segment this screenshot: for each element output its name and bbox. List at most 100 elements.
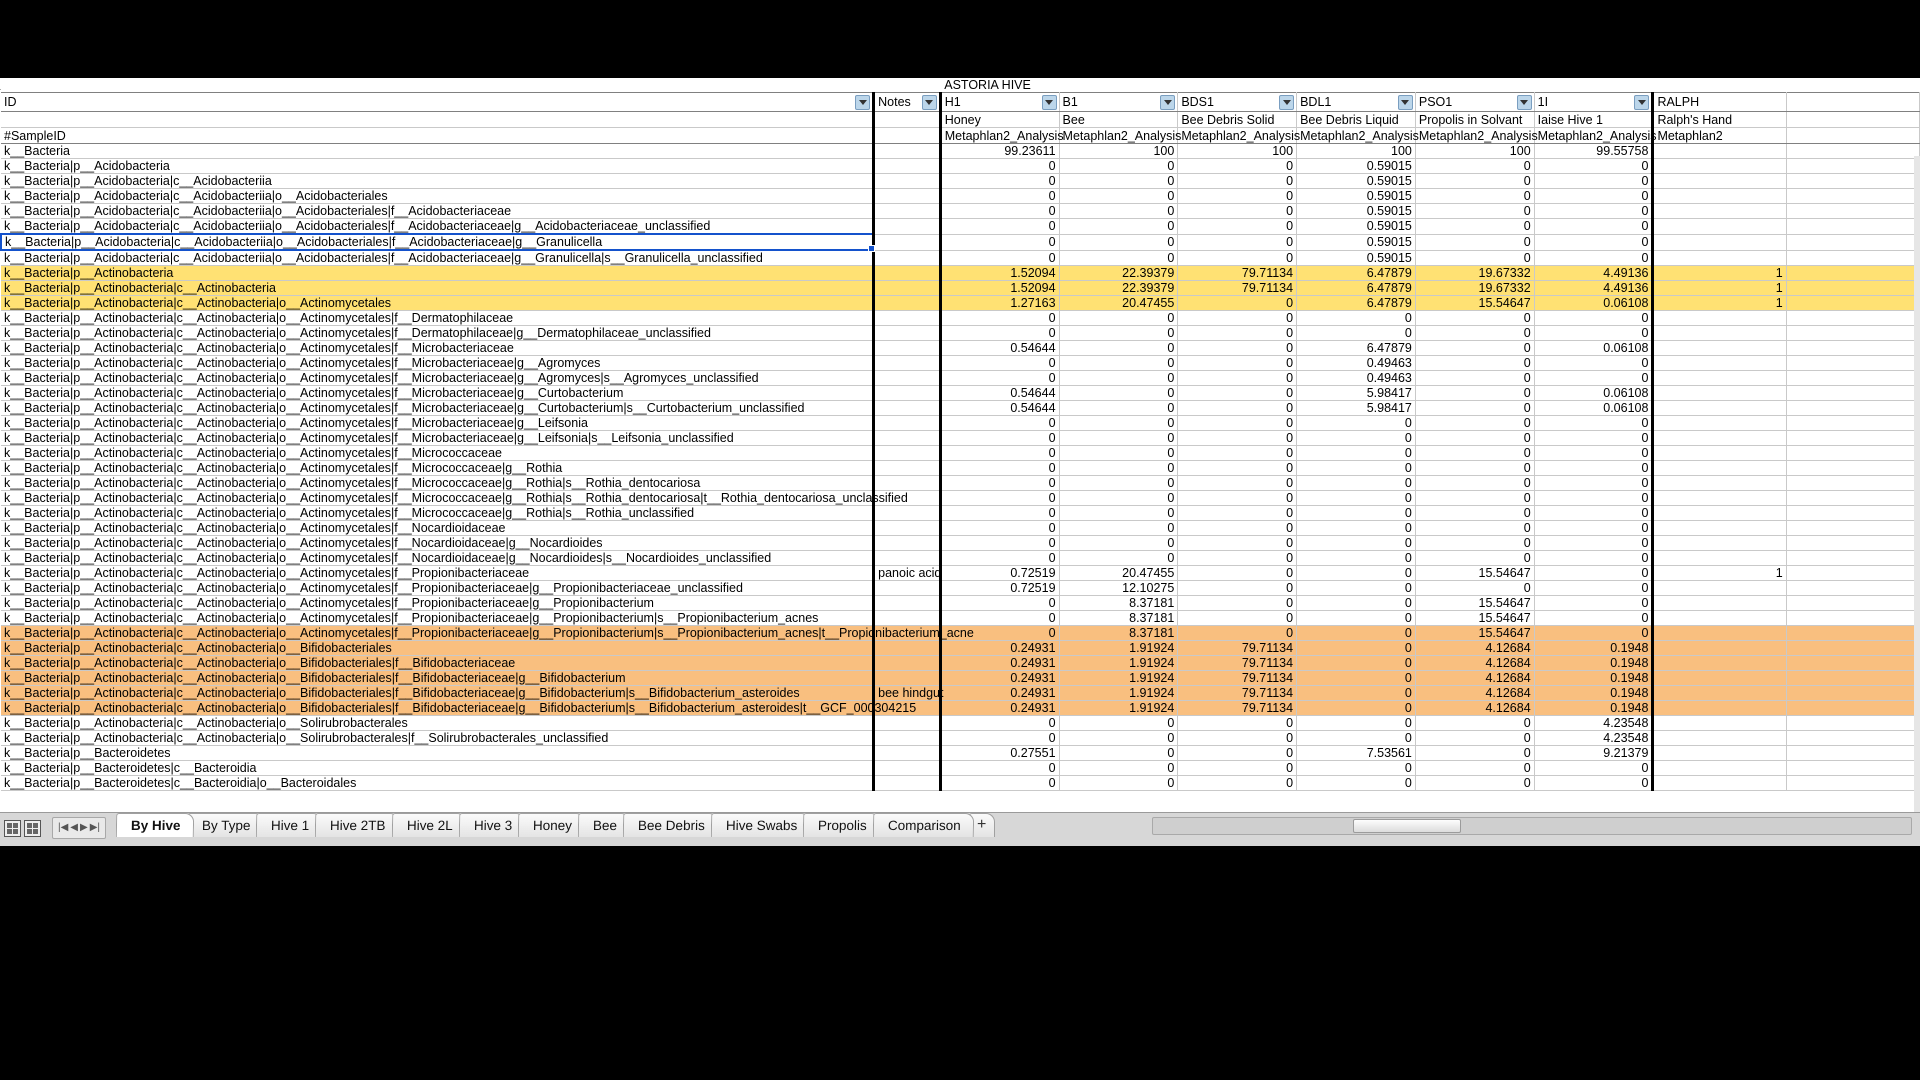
value-cell[interactable]: 0 bbox=[938, 218, 1060, 235]
normal-view-icon[interactable] bbox=[4, 819, 21, 837]
value-cell[interactable]: 0 bbox=[1415, 173, 1535, 189]
value-cell[interactable]: 0 bbox=[1177, 173, 1298, 189]
value-cell[interactable]: 0 bbox=[1296, 325, 1416, 341]
taxonomy-cell[interactable]: k__Bacteria|p__Actinobacteria|c__Actinob… bbox=[1, 580, 875, 596]
value-cell[interactable]: 0 bbox=[1296, 475, 1416, 491]
sheet-tab-hive-3[interactable]: Hive 3 bbox=[458, 813, 526, 837]
value-cell[interactable]: 5.98417 bbox=[1296, 385, 1416, 401]
value-cell[interactable]: 0 bbox=[1296, 490, 1416, 506]
value-cell[interactable] bbox=[1652, 535, 1787, 551]
value-cell[interactable]: 0 bbox=[1534, 370, 1655, 386]
value-cell[interactable] bbox=[1652, 625, 1787, 641]
value-cell[interactable] bbox=[1652, 188, 1787, 204]
value-cell[interactable]: 0 bbox=[1059, 475, 1179, 491]
value-cell[interactable] bbox=[1652, 460, 1787, 476]
taxonomy-cell[interactable]: k__Bacteria|p__Actinobacteria|c__Actinob… bbox=[1, 445, 875, 461]
note-cell[interactable] bbox=[872, 520, 941, 536]
note-cell[interactable] bbox=[872, 655, 941, 671]
value-cell[interactable]: 1 bbox=[1652, 565, 1787, 581]
value-cell[interactable]: 0.06108 bbox=[1534, 295, 1655, 311]
value-cell[interactable]: 5.98417 bbox=[1296, 400, 1416, 416]
value-cell[interactable]: 0.1948 bbox=[1534, 700, 1655, 716]
table-row[interactable]: k__Bacteria|p__Actinobacteria|c__Actinob… bbox=[1, 415, 1920, 431]
value-cell[interactable]: 20.47455 bbox=[1059, 565, 1179, 581]
value-cell[interactable]: 9.21379 bbox=[1534, 745, 1655, 761]
value-cell[interactable]: 0 bbox=[1415, 203, 1535, 219]
value-cell[interactable]: 0 bbox=[1534, 203, 1655, 219]
value-cell[interactable]: 0 bbox=[938, 760, 1060, 776]
value-cell[interactable]: 0 bbox=[1415, 715, 1535, 731]
table-row[interactable]: k__Bacteria|p__Actinobacteria|c__Actinob… bbox=[1, 280, 1920, 296]
value-cell[interactable]: 79.71134 bbox=[1177, 280, 1298, 296]
note-cell[interactable] bbox=[872, 280, 941, 296]
value-cell[interactable]: 0 bbox=[1415, 415, 1535, 431]
taxonomy-cell[interactable]: k__Bacteria|p__Actinobacteria|c__Actinob… bbox=[1, 460, 875, 476]
value-cell[interactable] bbox=[1652, 760, 1787, 776]
value-cell[interactable]: 100 bbox=[1415, 143, 1535, 159]
table-row[interactable]: k__Bacteria|p__Acidobacteria|c__Acidobac… bbox=[1, 218, 1920, 235]
value-cell[interactable]: 0 bbox=[1534, 550, 1655, 566]
taxonomy-cell[interactable]: k__Bacteria|p__Bacteroidetes bbox=[1, 745, 875, 761]
note-cell[interactable] bbox=[872, 745, 941, 761]
taxonomy-cell[interactable]: k__Bacteria bbox=[1, 143, 875, 159]
value-cell[interactable] bbox=[1652, 595, 1787, 611]
sheet-tab-honey[interactable]: Honey bbox=[517, 813, 586, 837]
value-cell[interactable]: 0 bbox=[938, 415, 1060, 431]
value-cell[interactable] bbox=[1652, 234, 1787, 251]
value-cell[interactable]: 0.59015 bbox=[1296, 188, 1416, 204]
table-row[interactable]: k__Bacteria|p__Actinobacteria|c__Actinob… bbox=[1, 700, 1920, 716]
value-cell[interactable]: 0.49463 bbox=[1296, 370, 1416, 386]
value-cell[interactable]: 4.12684 bbox=[1415, 640, 1535, 656]
note-cell[interactable] bbox=[872, 730, 941, 746]
value-cell[interactable]: 0.59015 bbox=[1296, 234, 1416, 251]
vertical-scrollbar[interactable] bbox=[1914, 156, 1920, 812]
value-cell[interactable]: 0 bbox=[1296, 565, 1416, 581]
table-row[interactable]: k__Bacteria|p__Bacteroidetes|c__Bacteroi… bbox=[1, 760, 1920, 776]
value-cell[interactable]: 0 bbox=[1296, 625, 1416, 641]
value-cell[interactable]: 0.54644 bbox=[938, 400, 1060, 416]
value-cell[interactable]: 0 bbox=[1177, 610, 1298, 626]
value-cell[interactable]: 0 bbox=[1059, 745, 1179, 761]
note-cell[interactable] bbox=[872, 143, 941, 159]
taxonomy-cell[interactable]: k__Bacteria|p__Actinobacteria|c__Actinob… bbox=[1, 550, 875, 566]
value-cell[interactable]: 0 bbox=[1415, 550, 1535, 566]
value-cell[interactable]: 0 bbox=[1415, 310, 1535, 326]
value-cell[interactable]: 0 bbox=[1177, 775, 1298, 791]
nav-prev-icon[interactable]: ◀ bbox=[70, 823, 78, 833]
taxonomy-cell[interactable]: k__Bacteria|p__Actinobacteria|c__Actinob… bbox=[1, 340, 875, 356]
value-cell[interactable]: 100 bbox=[1177, 143, 1298, 159]
table-row[interactable]: k__Bacteria|p__Actinobacteria|c__Actinob… bbox=[1, 610, 1920, 626]
value-cell[interactable]: 0 bbox=[1177, 505, 1298, 521]
value-cell[interactable]: 0 bbox=[1415, 460, 1535, 476]
value-cell[interactable]: 15.54647 bbox=[1415, 610, 1535, 626]
value-cell[interactable]: 0 bbox=[1059, 234, 1179, 251]
value-cell[interactable]: 0 bbox=[1059, 188, 1179, 204]
value-cell[interactable]: 0 bbox=[1177, 400, 1298, 416]
value-cell[interactable]: 0 bbox=[1059, 760, 1179, 776]
value-cell[interactable]: 1.91924 bbox=[1059, 685, 1179, 701]
value-cell[interactable]: 0 bbox=[938, 430, 1060, 446]
value-cell[interactable]: 0 bbox=[1296, 685, 1416, 701]
sheet-tab-propolis[interactable]: Propolis bbox=[802, 813, 881, 837]
value-cell[interactable]: 0 bbox=[1177, 355, 1298, 371]
taxonomy-cell[interactable]: k__Bacteria|p__Actinobacteria|c__Actinob… bbox=[1, 325, 875, 341]
value-cell[interactable]: 0.59015 bbox=[1296, 158, 1416, 174]
value-cell[interactable]: 0 bbox=[1296, 535, 1416, 551]
value-cell[interactable]: 0 bbox=[1296, 760, 1416, 776]
value-cell[interactable]: 0.24931 bbox=[938, 670, 1060, 686]
table-row[interactable]: k__Bacteria|p__Actinobacteria|c__Actinob… bbox=[1, 490, 1920, 506]
note-cell[interactable] bbox=[872, 234, 941, 251]
value-cell[interactable] bbox=[1652, 370, 1787, 386]
value-cell[interactable]: 0 bbox=[1059, 355, 1179, 371]
value-cell[interactable]: 0 bbox=[1177, 340, 1298, 356]
note-cell[interactable] bbox=[872, 775, 941, 791]
value-cell[interactable] bbox=[1652, 475, 1787, 491]
value-cell[interactable]: 0 bbox=[1534, 535, 1655, 551]
note-cell[interactable] bbox=[872, 580, 941, 596]
note-cell[interactable] bbox=[872, 715, 941, 731]
taxonomy-cell[interactable]: k__Bacteria|p__Actinobacteria|c__Actinob… bbox=[1, 685, 875, 701]
value-cell[interactable]: 0 bbox=[1534, 325, 1655, 341]
value-cell[interactable] bbox=[1652, 505, 1787, 521]
value-cell[interactable]: 0 bbox=[1415, 775, 1535, 791]
note-cell[interactable] bbox=[872, 430, 941, 446]
